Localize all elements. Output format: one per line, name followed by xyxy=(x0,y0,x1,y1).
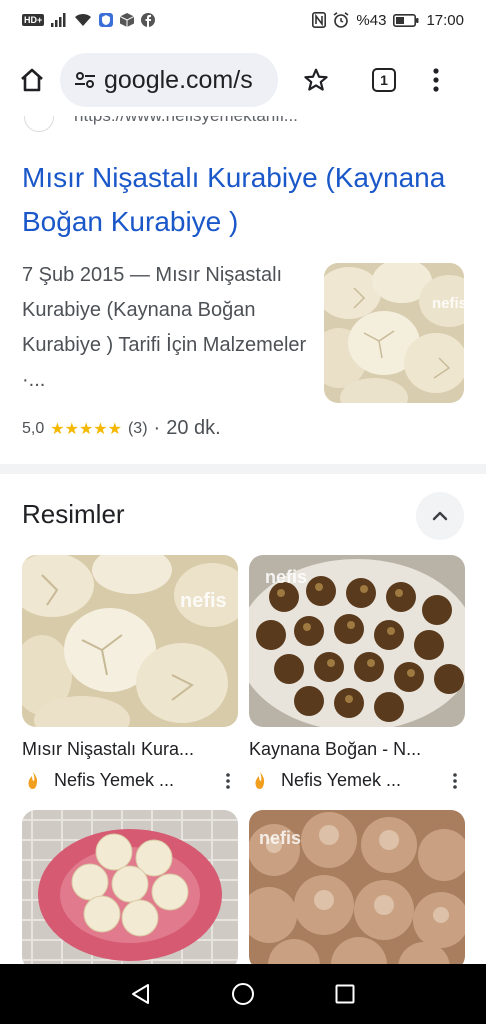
collapse-button[interactable] xyxy=(416,492,464,540)
recents-square-icon xyxy=(335,984,355,1004)
result-title-link[interactable]: Mısır Nişastalı Kurabiye (Kaynana Boğan … xyxy=(22,156,462,244)
more-options-button[interactable] xyxy=(218,772,238,789)
shield-app-icon xyxy=(99,13,114,27)
chevron-up-icon xyxy=(432,511,448,521)
more-vert-icon xyxy=(453,772,457,789)
result-thumbnail[interactable]: nefis xyxy=(324,263,464,403)
home-icon xyxy=(21,68,43,92)
rating-stars: ★★★★★ xyxy=(50,420,122,438)
facebook-icon xyxy=(141,13,156,27)
system-nav-bar xyxy=(0,964,486,1024)
watermark-text: nefis xyxy=(180,590,227,612)
watermark-text: nefis xyxy=(265,567,307,587)
section-divider xyxy=(0,464,486,474)
watermark-text: nefis xyxy=(259,828,301,848)
image-thumbnail[interactable]: nefis xyxy=(249,555,465,727)
browser-toolbar: google.com/s 1 xyxy=(0,44,486,116)
tab-switcher-button[interactable]: 1 xyxy=(356,52,412,108)
result-url[interactable]: https://www.nefisyemektarifl... xyxy=(74,116,298,126)
watermark-text: nefis xyxy=(432,295,464,312)
clock: 17:00 xyxy=(426,11,464,29)
cook-time: 20 dk. xyxy=(166,417,221,439)
image-thumbnail[interactable]: nefis xyxy=(22,555,238,727)
recents-button[interactable] xyxy=(325,974,365,1014)
overflow-menu-button[interactable] xyxy=(416,52,456,108)
signal-icon xyxy=(51,13,67,27)
address-bar[interactable]: google.com/s xyxy=(60,53,278,107)
flame-icon xyxy=(249,771,271,790)
home-button[interactable] xyxy=(4,52,60,108)
nfc-icon xyxy=(312,12,327,28)
image-thumbnail[interactable] xyxy=(22,810,238,964)
box-app-icon xyxy=(120,13,135,27)
image-card[interactable]: nefis Mısır Nişastalı Kura... Nefis Yeme… xyxy=(22,555,238,791)
back-button[interactable] xyxy=(121,974,161,1014)
battery-icon xyxy=(393,13,419,27)
hd-voice-icon: HD+ xyxy=(22,14,45,26)
search-results: https://www.nefisyemektarifl... Mısır Ni… xyxy=(0,116,486,964)
image-title[interactable]: Mısır Nişastalı Kura... xyxy=(22,739,238,760)
image-source: Nefis Yemek ... xyxy=(22,770,238,791)
alarm-icon xyxy=(333,12,349,28)
home-circle-icon xyxy=(232,983,254,1005)
site-favicon xyxy=(24,116,54,132)
review-count: (3) xyxy=(127,419,148,437)
images-section-title: Resimler xyxy=(22,499,125,529)
image-card[interactable]: nefis Kaynana Boğan - N... Nefis Yemek .… xyxy=(249,555,465,791)
image-card[interactable]: nefis xyxy=(249,810,465,964)
more-vert-icon xyxy=(433,68,439,92)
site-settings-icon[interactable] xyxy=(72,71,98,89)
image-thumbnail[interactable]: nefis xyxy=(249,810,465,964)
url-text: google.com/s xyxy=(104,65,253,94)
image-card[interactable] xyxy=(22,810,238,964)
more-options-button[interactable] xyxy=(445,772,465,789)
star-outline-icon xyxy=(304,68,328,91)
home-nav-button[interactable] xyxy=(223,974,263,1014)
tab-count: 1 xyxy=(372,68,396,92)
flame-icon xyxy=(22,771,44,790)
wifi-icon xyxy=(74,13,92,27)
image-source: Nefis Yemek ... xyxy=(249,770,465,791)
source-name: Nefis Yemek ... xyxy=(54,770,175,790)
back-triangle-icon xyxy=(132,984,149,1004)
bookmark-button[interactable] xyxy=(288,52,344,108)
separator: · xyxy=(153,417,161,439)
more-vert-icon xyxy=(226,772,230,789)
rating-value: 5,0 xyxy=(22,419,45,437)
status-bar: HD+ %43 17:00 xyxy=(0,0,486,40)
result-snippet: 7 Şub 2015 — Mısır Nişastalı Kurabiye (K… xyxy=(22,264,307,391)
image-title[interactable]: Kaynana Boğan - N... xyxy=(249,739,465,760)
battery-percent: %43 xyxy=(356,11,387,29)
rating-row: 5,0 ★★★★★ (3) · 20 dk. xyxy=(22,417,221,440)
source-name: Nefis Yemek ... xyxy=(281,770,402,790)
